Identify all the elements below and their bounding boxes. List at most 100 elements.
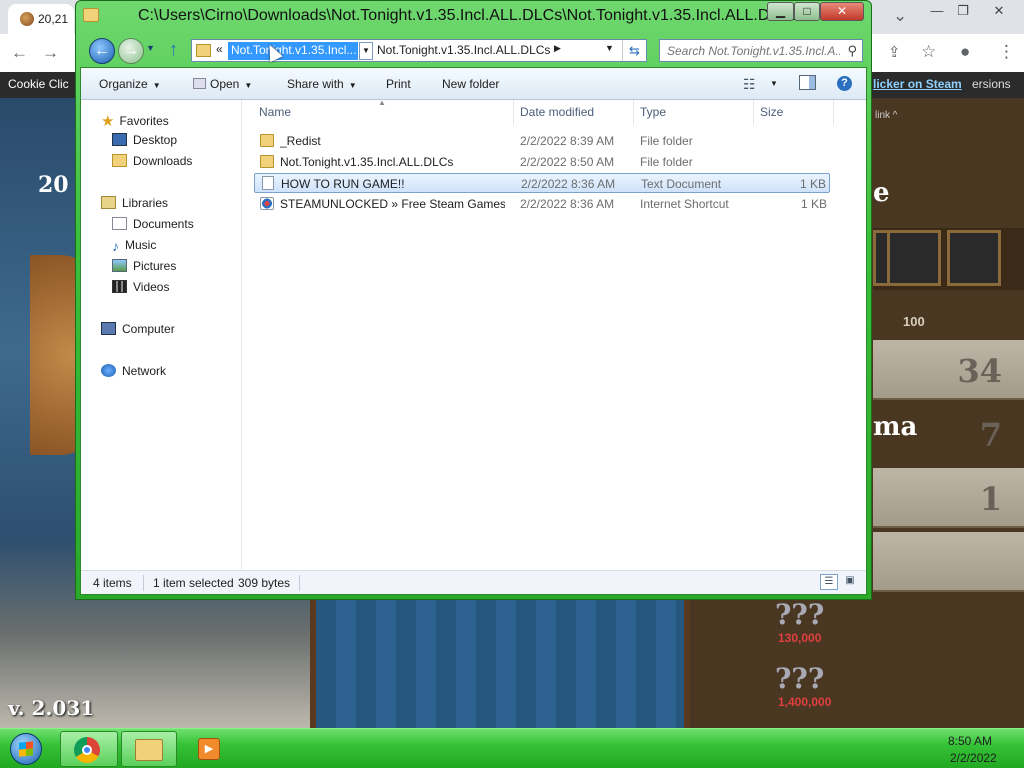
column-divider[interactable] bbox=[513, 100, 514, 125]
refresh-icon[interactable]: ⇆ bbox=[622, 40, 646, 61]
nav-videos[interactable]: Videos bbox=[112, 280, 169, 294]
back-arrow-icon[interactable]: ← bbox=[11, 43, 28, 63]
search-input[interactable] bbox=[660, 40, 840, 61]
column-size[interactable]: Size bbox=[760, 105, 783, 119]
documents-icon bbox=[112, 217, 127, 230]
file-row[interactable]: Not.Tonight.v1.35.Incl.ALL.DLCs 2/2/2022… bbox=[254, 152, 830, 172]
organize-button[interactable]: Organize ▼ bbox=[99, 77, 161, 91]
column-type[interactable]: Type bbox=[640, 105, 666, 119]
clock-time[interactable]: 8:50 AM bbox=[948, 734, 992, 748]
address-overflow-chevron[interactable]: « bbox=[216, 42, 223, 56]
explorer-window: C:\Users\Cirno\Downloads\Not.Tonight.v1.… bbox=[75, 0, 872, 600]
minimize-button[interactable]: ▁ bbox=[767, 2, 794, 21]
nav-desktop[interactable]: Desktop bbox=[112, 133, 177, 147]
store-title: e bbox=[873, 178, 890, 208]
selection-count: 1 item selected bbox=[153, 576, 234, 590]
clock-date[interactable]: 2/2/2022 bbox=[950, 751, 997, 765]
close-button[interactable]: ✕ bbox=[820, 2, 864, 21]
open-label: Open bbox=[210, 77, 240, 91]
store-building-row[interactable]: 34 bbox=[873, 340, 1024, 400]
browser-close-button[interactable]: ✕ bbox=[986, 2, 1012, 20]
search-icon[interactable]: ⚲ bbox=[847, 43, 857, 59]
address-bar[interactable]: « Not.Tonight.v1.35.Incl... ▼ Not.Tonigh… bbox=[191, 39, 647, 62]
caret-down-icon[interactable]: ▼ bbox=[770, 79, 778, 88]
large-icons-view-icon[interactable]: ▣ bbox=[842, 574, 858, 590]
maximize-button[interactable]: □ bbox=[794, 2, 820, 21]
file-date: 2/2/2022 8:36 AM bbox=[521, 177, 616, 191]
open-button[interactable]: Open ▼ bbox=[193, 77, 252, 91]
share-with-button[interactable]: Share with ▼ bbox=[287, 77, 357, 91]
locked-building-price: 1,400,000 bbox=[778, 695, 832, 709]
game-middle-panel bbox=[310, 598, 690, 728]
print-button[interactable]: Print bbox=[386, 77, 411, 91]
nav-libraries[interactable]: Libraries bbox=[101, 196, 168, 210]
column-date-modified[interactable]: Date modified bbox=[520, 105, 594, 119]
hand-upgrade-icon[interactable] bbox=[947, 230, 1001, 286]
file-type: Text Document bbox=[641, 177, 722, 191]
status-divider bbox=[143, 575, 144, 591]
profile-avatar-icon[interactable]: ● bbox=[960, 42, 970, 62]
browser-tab[interactable]: 20,21 bbox=[8, 4, 74, 34]
segment-dropdown-icon[interactable]: ▼ bbox=[359, 42, 373, 60]
help-icon[interactable]: ? bbox=[837, 76, 852, 91]
building-count: 1 bbox=[979, 480, 1002, 518]
file-row[interactable]: _Redist 2/2/2022 8:39 AM File folder bbox=[254, 131, 830, 151]
menu-dots-icon[interactable]: ⋮ bbox=[998, 42, 1015, 62]
start-button[interactable] bbox=[2, 729, 50, 768]
chrome-center-icon bbox=[82, 745, 92, 755]
column-divider[interactable] bbox=[633, 100, 634, 125]
file-row-selected[interactable]: HOW TO RUN GAME!! 2/2/2022 8:36 AM Text … bbox=[254, 173, 830, 193]
column-name[interactable]: Name bbox=[259, 105, 291, 119]
share-icon[interactable]: ⇪ bbox=[888, 43, 901, 63]
new-folder-button[interactable]: New folder bbox=[442, 77, 499, 91]
back-button[interactable]: ← bbox=[89, 38, 115, 64]
store-building-row[interactable]: 1 bbox=[873, 468, 1024, 528]
nav-computer[interactable]: Computer bbox=[101, 322, 175, 336]
caret-down-icon: ▼ bbox=[152, 81, 161, 90]
store-buy-100[interactable]: 100 bbox=[903, 314, 925, 329]
nav-pictures[interactable]: Pictures bbox=[112, 259, 176, 273]
search-box[interactable]: ⚲ bbox=[659, 39, 863, 62]
steam-link[interactable]: licker on Steam bbox=[873, 77, 962, 91]
browser-maximize-button[interactable]: ❐ bbox=[950, 2, 976, 20]
bookmark-cookie-clicker[interactable]: Cookie Clic bbox=[8, 77, 69, 91]
nav-documents[interactable]: Documents bbox=[112, 217, 194, 231]
taskbar-media-player-button[interactable]: ▶ bbox=[188, 731, 232, 767]
taskbar-chrome-button[interactable] bbox=[60, 731, 118, 767]
nav-label: Documents bbox=[133, 217, 194, 231]
versions-link[interactable]: ersions bbox=[972, 77, 1011, 91]
column-divider[interactable] bbox=[753, 100, 754, 125]
folder-icon bbox=[196, 44, 211, 57]
change-view-icon[interactable]: ☷ bbox=[743, 76, 756, 93]
address-segment-current[interactable]: Not.Tonight.v1.35.Incl.ALL.DLCs bbox=[377, 43, 550, 57]
chevron-down-icon[interactable]: ⌄ bbox=[893, 6, 907, 26]
store-building-row[interactable] bbox=[873, 532, 1024, 592]
open-icon bbox=[193, 78, 206, 89]
forward-arrow-icon[interactable]: → bbox=[42, 43, 59, 63]
nav-favorites[interactable]: ★ Favorites bbox=[101, 112, 169, 130]
preview-pane-icon[interactable] bbox=[799, 75, 816, 90]
column-divider[interactable] bbox=[833, 100, 834, 125]
windows-logo-icon bbox=[19, 741, 33, 757]
nav-label: Pictures bbox=[133, 259, 177, 273]
cursor-upgrade-icon[interactable] bbox=[887, 230, 941, 286]
sort-arrow-icon: ▲ bbox=[378, 98, 386, 107]
store-building-row[interactable]: 7 bbox=[873, 404, 1024, 464]
store-hidden-link[interactable]: link ^ bbox=[875, 110, 897, 121]
taskbar-explorer-button[interactable] bbox=[121, 731, 177, 767]
nav-downloads[interactable]: Downloads bbox=[112, 154, 192, 168]
recent-pages-icon[interactable]: ▼ bbox=[146, 43, 155, 53]
bookmark-star-icon[interactable]: ☆ bbox=[921, 42, 936, 62]
segment-arrow-icon[interactable]: ▶ bbox=[554, 43, 561, 54]
details-view-icon[interactable]: ☰ bbox=[820, 574, 838, 590]
nav-network[interactable]: Network bbox=[101, 364, 166, 378]
selection-size: 309 bytes bbox=[238, 576, 291, 590]
address-segment-parent[interactable]: Not.Tonight.v1.35.Incl... bbox=[228, 42, 358, 60]
address-dropdown-icon[interactable]: ▼ bbox=[605, 43, 614, 53]
file-row[interactable]: STEAMUNLOCKED » Free Steam Games ... 2/2… bbox=[254, 194, 830, 214]
up-folder-icon[interactable]: ↑ bbox=[169, 39, 178, 60]
nav-music[interactable]: ♪ Music bbox=[112, 238, 156, 254]
organize-label: Organize bbox=[99, 77, 148, 91]
browser-minimize-button[interactable]: — bbox=[924, 2, 950, 20]
forward-button[interactable]: → bbox=[118, 38, 144, 64]
